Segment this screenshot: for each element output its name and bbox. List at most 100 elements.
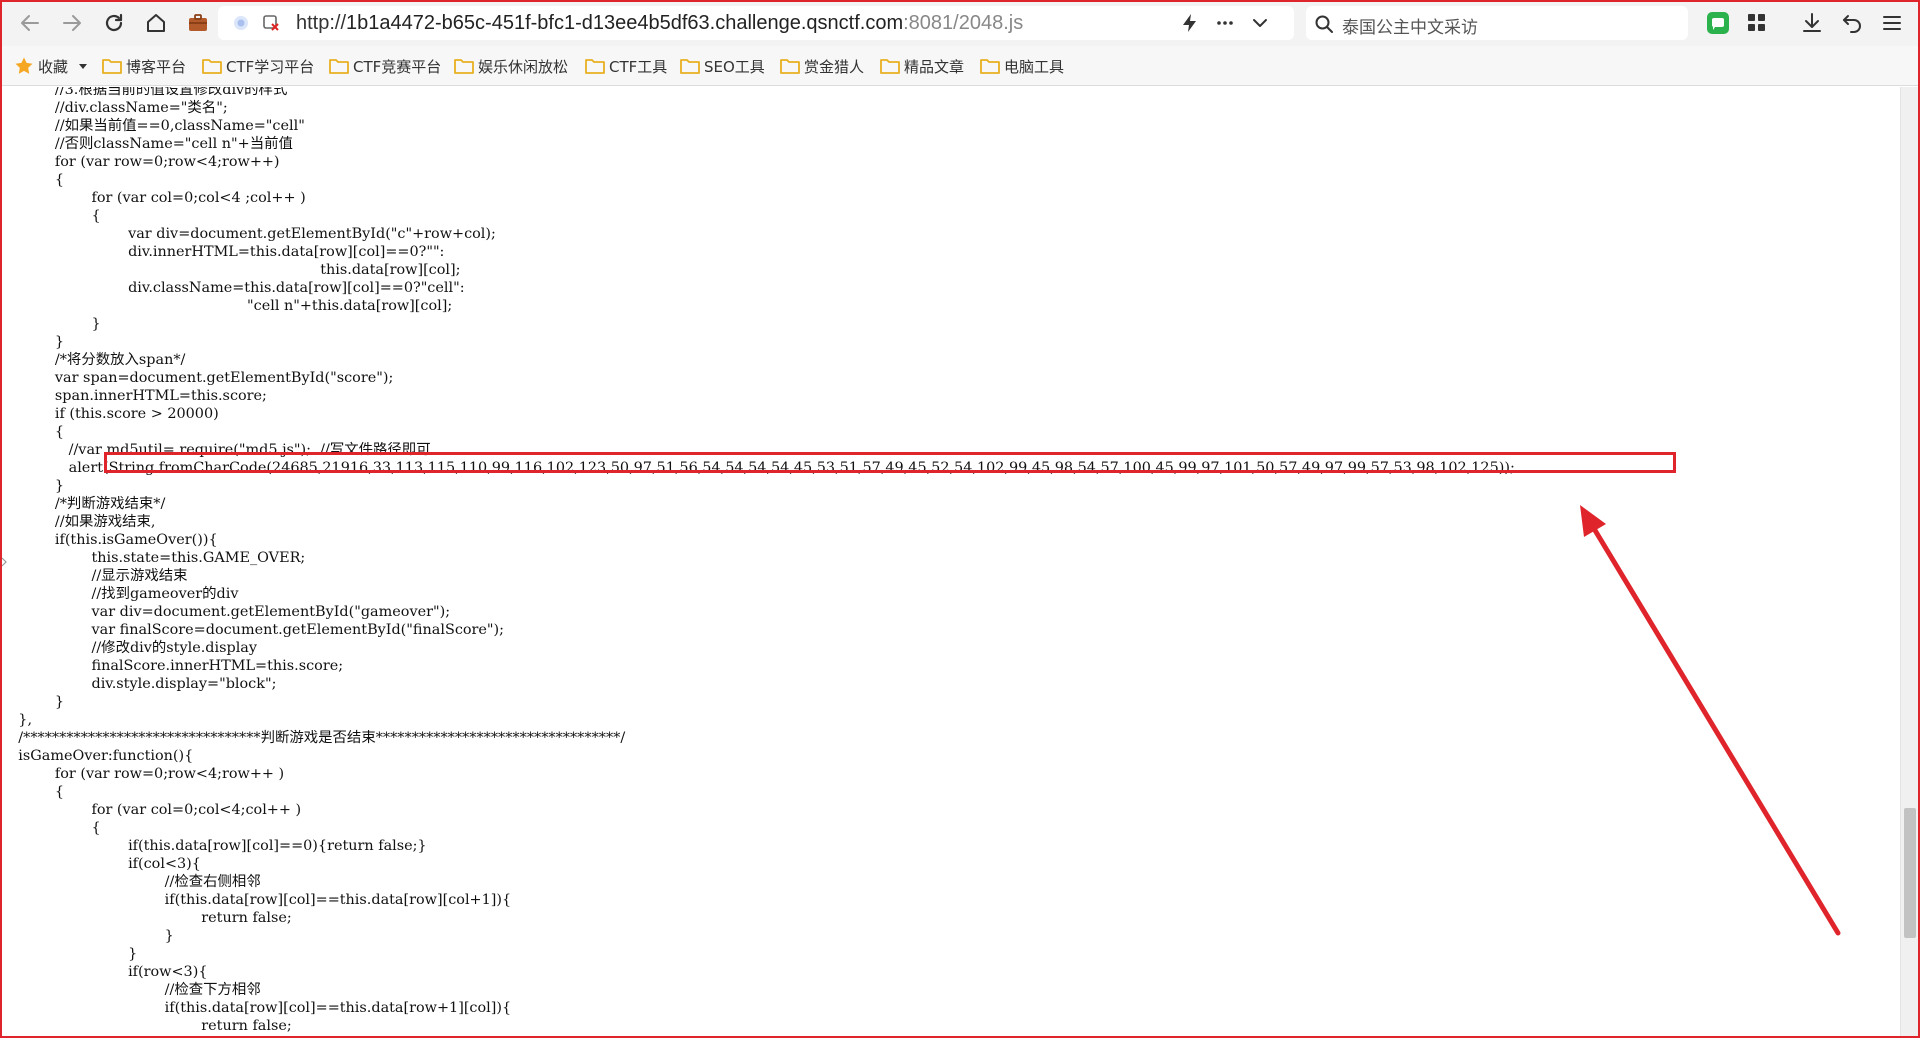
code-line: //检查下方相邻 [0, 982, 261, 998]
code-line: div.innerHTML=this.data[row][col]==0?"": [0, 244, 445, 260]
site-info-icon [234, 16, 248, 30]
reload-icon [105, 13, 123, 32]
wechat-icon[interactable] [1706, 11, 1730, 35]
undo-icon[interactable] [1840, 11, 1864, 35]
code-line: if (this.score > 20000) [0, 406, 219, 422]
folder-icon [780, 59, 800, 74]
code-line: } [0, 928, 174, 944]
code-line: if(this.data[row][col]==this.data[row][c… [0, 892, 512, 908]
chevron-down-icon[interactable] [1250, 13, 1270, 33]
url-port-path: :8081/2048.js [903, 12, 1024, 34]
bookmark-folder[interactable]: 博客平台 [102, 54, 186, 78]
code-line: var div=document.getElementById("gameove… [0, 604, 451, 620]
more-dots-icon[interactable] [1215, 13, 1235, 33]
code-line: /*********************************判断游戏是否… [0, 730, 626, 746]
back-button[interactable] [12, 5, 48, 41]
code-line: //显示游戏结束 [0, 568, 188, 584]
code-line: //3.根据当前的值设置修改div的样式 [0, 87, 288, 98]
bookmark-folder[interactable]: 娱乐休闲放松 [454, 54, 568, 78]
not-secure-icon [263, 15, 279, 31]
bookmark-folder[interactable]: 电脑工具 [980, 54, 1064, 78]
code-line: finalScore.innerHTML=this.score; [0, 658, 344, 674]
bookmark-label: SEO工具 [704, 57, 765, 76]
bookmark-label: CTF竞赛平台 [353, 57, 442, 76]
code-line: } [0, 478, 65, 494]
search-box[interactable]: 泰国公主中文采访 [1306, 6, 1688, 40]
menu-icon[interactable] [1880, 11, 1904, 35]
bookmark-label: CTF工具 [609, 57, 668, 76]
url-host: 1b1a4472-b65c-451f-bfc1-d13ee4b5df63.cha… [346, 12, 904, 34]
bookmark-folder[interactable]: SEO工具 [680, 54, 765, 78]
code-line: for (var col=0;col<4;col++ ) [0, 802, 302, 818]
code-line: div.style.display="block"; [0, 676, 277, 692]
page-content: //3.根据当前的值设置修改div的样式 //div.className="类名… [0, 87, 1900, 1036]
code-line: } [0, 316, 101, 332]
code-line: //div.className="类名"; [0, 100, 228, 116]
bookmark-folder[interactable]: CTF竞赛平台 [329, 54, 441, 78]
code-line: { [0, 820, 101, 836]
code-line: if(this.isGameOver()){ [0, 532, 218, 548]
code-line: this.state=this.GAME_OVER; [0, 550, 306, 566]
bookmark-folder[interactable]: CTF工具 [585, 54, 667, 78]
vertical-scrollbar[interactable] [1900, 87, 1918, 1036]
caret-down-icon [79, 64, 88, 69]
back-arrow-icon [21, 15, 39, 31]
bookmarks-bar: 收藏 博客平台 CTF学习平台 CTF竞赛平台 娱乐休闲放松 CTF工具 SEO… [0, 46, 1920, 86]
code-line: //如果游戏结束, [0, 514, 156, 530]
lightning-icon[interactable] [1180, 13, 1200, 33]
code-line: for (var row=0;row<4;row++ ) [0, 766, 285, 782]
download-icon[interactable] [1800, 11, 1824, 35]
bookmark-label: CTF学习平台 [226, 57, 315, 76]
code-line: /*判断游戏结束*/ [0, 496, 166, 512]
folder-icon [680, 59, 700, 74]
code-line: } [0, 694, 65, 710]
bookmark-folder[interactable]: CTF学习平台 [202, 54, 314, 78]
bookmark-folder[interactable]: 精品文章 [880, 54, 964, 78]
folder-icon [102, 59, 122, 74]
folder-icon [454, 59, 474, 74]
toolbox-button[interactable] [180, 5, 216, 41]
code-line: if(row<3){ [0, 964, 208, 980]
code-line: for (var row=0;row<4;row++) [0, 154, 280, 170]
folder-icon [980, 59, 1000, 74]
bookmark-label: 精品文章 [904, 57, 965, 76]
code-line: this.data[row][col]; [0, 262, 461, 278]
side-collapse-icon[interactable] [1, 556, 7, 568]
search-input[interactable]: 泰国公主中文采访 [1342, 13, 1478, 38]
code-line: { [0, 424, 65, 440]
bookmark-folder[interactable]: 赏金猎人 [780, 54, 864, 78]
url-scheme: http:// [296, 12, 347, 34]
folder-icon [585, 59, 605, 74]
star-icon [15, 57, 33, 74]
code-line: return false; [0, 910, 292, 926]
scroll-thumb[interactable] [1904, 808, 1916, 938]
bookmark-label: 博客平台 [126, 57, 187, 76]
apps-grid-icon[interactable] [1746, 12, 1768, 34]
reload-button[interactable] [96, 5, 132, 41]
code-line: return false; [0, 1018, 292, 1034]
code-line: if(this.data[row][col]==this.data[row+1]… [0, 1000, 512, 1016]
source-code: //3.根据当前的值设置修改div的样式 //div.className="类名… [0, 87, 1515, 1036]
code-line: //找到gameover的div [0, 586, 239, 602]
highlight-annotation-box [104, 452, 1676, 473]
address-bar[interactable]: http://1b1a4472-b65c-451f-bfc1-d13ee4b5d… [218, 6, 1294, 40]
code-line: //如果当前值==0,className="cell" [0, 118, 305, 134]
code-line: { [0, 784, 65, 800]
code-line: if(this.data[row][col]==0){return false;… [0, 838, 427, 854]
code-line: "cell n"+this.data[row][col]; [0, 298, 453, 314]
bookmark-label: 收藏 [38, 57, 69, 76]
code-line: //修改div的style.display [0, 640, 258, 656]
bookmark-label: 电脑工具 [1004, 57, 1065, 76]
bookmark-favorites[interactable]: 收藏 [14, 54, 92, 78]
code-line: for (var col=0;col<4 ;col++ ) [0, 190, 306, 206]
folder-icon [329, 59, 349, 74]
forward-button[interactable] [54, 5, 90, 41]
code-line: } [0, 946, 138, 962]
url-text: http://1b1a4472-b65c-451f-bfc1-d13ee4b5d… [296, 12, 1023, 35]
forward-arrow-icon [63, 15, 81, 31]
briefcase-icon [189, 14, 207, 31]
code-line: if(col<3){ [0, 856, 201, 872]
code-line: div.className=this.data[row][col]==0?"ce… [0, 280, 465, 296]
home-button[interactable] [138, 5, 174, 41]
search-icon [1315, 15, 1333, 33]
